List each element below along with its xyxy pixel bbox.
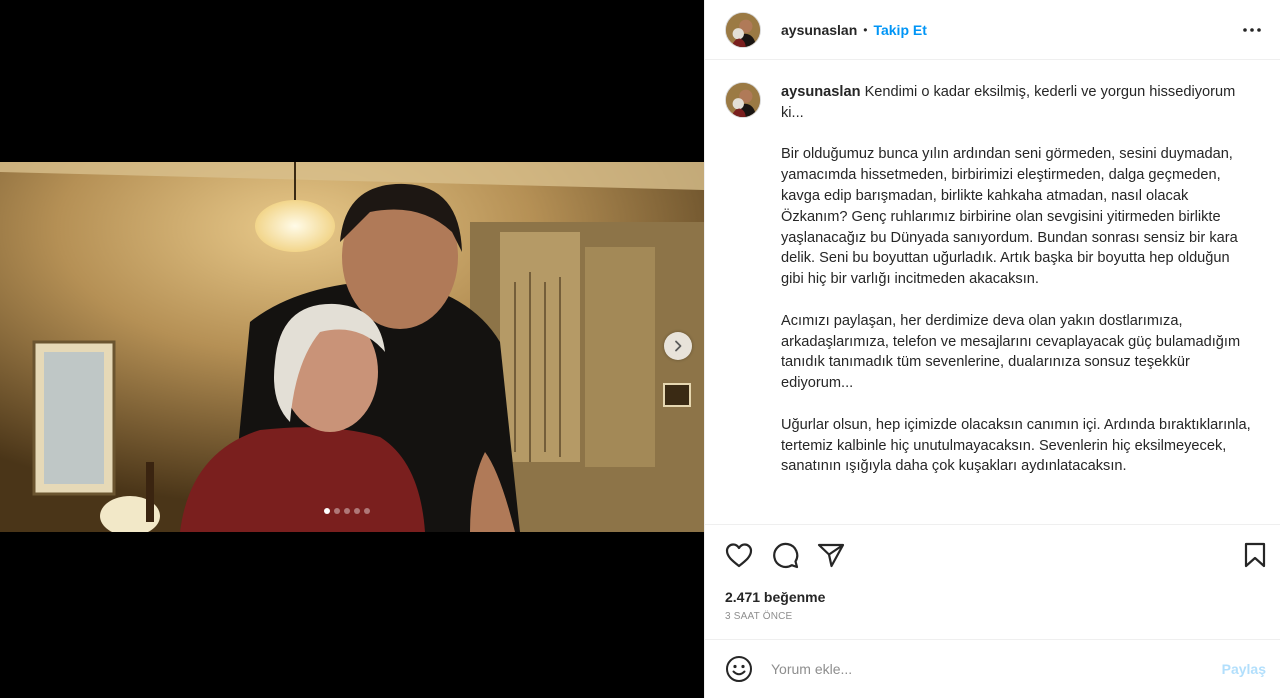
comment-button[interactable] bbox=[771, 539, 803, 571]
emoji-icon bbox=[726, 656, 752, 682]
caption-paragraph: Uğurlar olsun, hep içimizde olacaksın ca… bbox=[781, 416, 1251, 475]
caption-username[interactable]: aysunaslan bbox=[781, 84, 861, 100]
chevron-right-icon bbox=[675, 340, 682, 352]
more-dots-icon bbox=[1243, 27, 1261, 32]
carousel-dot bbox=[334, 508, 340, 514]
post-comment-button[interactable]: Paylaş bbox=[1222, 661, 1266, 677]
save-button[interactable] bbox=[1234, 539, 1266, 571]
caption-paragraph: Bir olduğumuz bunca yılın ardından seni … bbox=[781, 146, 1238, 288]
carousel-dot bbox=[344, 508, 350, 514]
caption-avatar[interactable] bbox=[725, 82, 761, 118]
post-details-panel: aysunaslan • Takip Et aysunaslan Kendimi… bbox=[704, 0, 1280, 698]
comment-input[interactable] bbox=[771, 661, 1222, 677]
heart-icon bbox=[725, 542, 753, 567]
emoji-button[interactable] bbox=[725, 655, 753, 683]
action-bar bbox=[705, 524, 1280, 584]
next-image-button[interactable] bbox=[664, 332, 692, 360]
like-button[interactable] bbox=[725, 539, 757, 571]
share-post-button[interactable] bbox=[817, 539, 849, 571]
caption-paragraph: Acımızı paylaşan, her derdimize deva ola… bbox=[781, 312, 1241, 392]
caption-text: aysunaslan Kendimi o kadar eksilmiş, ked… bbox=[781, 82, 1251, 477]
caption-first-paragraph: aysunaslan Kendimi o kadar eksilmiş, ked… bbox=[781, 82, 1251, 124]
header-username[interactable]: aysunaslan bbox=[781, 22, 857, 38]
likes-count[interactable]: 2.471 beğenme bbox=[725, 589, 825, 605]
carousel-dot bbox=[324, 508, 330, 514]
avatar-image bbox=[726, 12, 760, 47]
avatar[interactable] bbox=[725, 11, 761, 48]
media-area bbox=[0, 0, 704, 698]
paper-plane-icon bbox=[817, 543, 845, 567]
avatar-image bbox=[726, 83, 760, 117]
post-header: aysunaslan • Takip Et bbox=[705, 0, 1280, 60]
bookmark-icon bbox=[1244, 542, 1266, 567]
comment-bar: Paylaş bbox=[705, 639, 1280, 698]
post-timestamp[interactable]: 3 SAAT ÖNCE bbox=[725, 611, 792, 622]
photo-illustration bbox=[0, 162, 704, 532]
header-separator: • bbox=[863, 22, 868, 37]
caption-row: aysunaslan Kendimi o kadar eksilmiş, ked… bbox=[725, 82, 1260, 477]
carousel-indicator bbox=[324, 508, 370, 514]
carousel-dot bbox=[354, 508, 360, 514]
post-viewer: aysunaslan • Takip Et aysunaslan Kendimi… bbox=[0, 0, 1280, 698]
follow-button[interactable]: Takip Et bbox=[873, 22, 926, 38]
post-photo[interactable] bbox=[0, 162, 704, 532]
carousel-dot bbox=[364, 508, 370, 514]
comment-icon bbox=[773, 542, 799, 568]
more-options-button[interactable] bbox=[1238, 16, 1266, 44]
caption-scroll-area[interactable]: aysunaslan Kendimi o kadar eksilmiş, ked… bbox=[705, 66, 1280, 524]
